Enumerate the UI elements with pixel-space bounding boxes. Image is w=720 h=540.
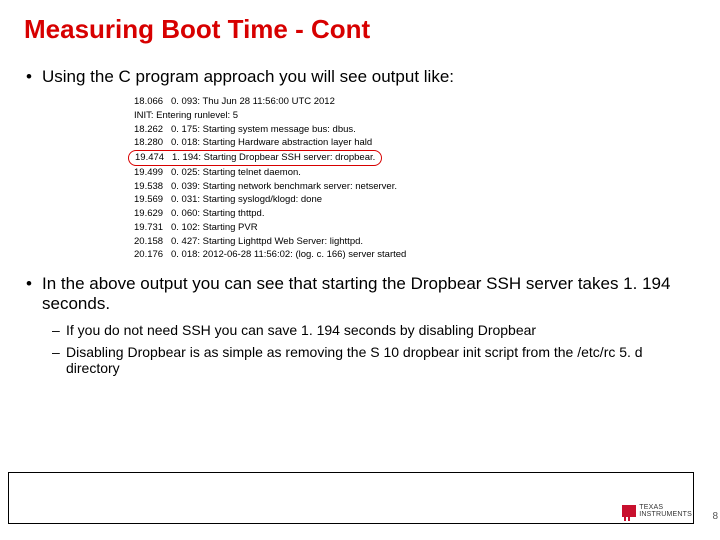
highlighted-line: 19.474 1. 194: Starting Dropbear SSH ser… (128, 150, 382, 166)
output-line: 18.280 0. 018: Starting Hardware abstrac… (134, 136, 696, 150)
output-line: 19.474 1. 194: Starting Dropbear SSH ser… (134, 150, 696, 166)
ti-logo: TEXAS INSTRUMENTS (622, 504, 692, 518)
sub-bullet: Disabling Dropbear is as simple as remov… (52, 344, 696, 376)
logo-text-bottom: INSTRUMENTS (639, 511, 692, 518)
output-line: INIT: Entering runlevel: 5 (134, 109, 696, 123)
output-line: 18.262 0. 175: Starting system message b… (134, 123, 696, 137)
sub-bullet: If you do not need SSH you can save 1. 1… (52, 322, 696, 338)
output-line: 18.066 0. 093: Thu Jun 28 11:56:00 UTC 2… (134, 95, 696, 109)
summary-bullet: In the above output you can see that sta… (30, 274, 696, 314)
ti-chip-icon (622, 505, 636, 517)
footer-box (8, 472, 694, 524)
logo-text-top: TEXAS (639, 504, 692, 511)
intro-bullet: Using the C program approach you will se… (30, 67, 696, 87)
output-line: 20.158 0. 427: Starting Lighttpd Web Ser… (134, 235, 696, 249)
output-line: 20.176 0. 018: 2012-06-28 11:56:02: (log… (134, 248, 696, 262)
output-line: 19.629 0. 060: Starting thttpd. (134, 207, 696, 221)
output-line: 19.499 0. 025: Starting telnet daemon. (134, 166, 696, 180)
output-line: 19.538 0. 039: Starting network benchmar… (134, 180, 696, 194)
page-title: Measuring Boot Time - Cont (24, 14, 696, 45)
output-line: 19.731 0. 102: Starting PVR (134, 221, 696, 235)
page-number: 8 (712, 511, 718, 522)
output-line: 19.569 0. 031: Starting syslogd/klogd: d… (134, 193, 696, 207)
boot-output: 18.066 0. 093: Thu Jun 28 11:56:00 UTC 2… (134, 95, 696, 262)
